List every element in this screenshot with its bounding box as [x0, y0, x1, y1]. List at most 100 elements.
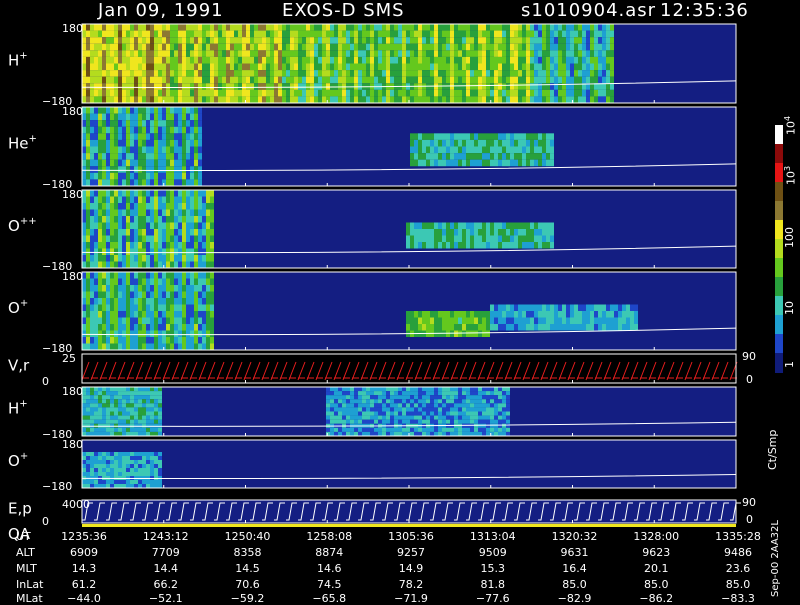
- spectrogram-cell: [138, 139, 142, 147]
- spectrogram-cell: [154, 255, 158, 262]
- spectrogram-cell: [526, 153, 530, 160]
- spectrogram-cell: [430, 89, 434, 97]
- spectrogram-cell: [386, 399, 390, 404]
- spectrogram-cell: [346, 403, 350, 408]
- spectrogram-cell: [510, 83, 514, 90]
- spectrogram-cell: [378, 37, 382, 44]
- spectrogram-cell: [454, 387, 458, 392]
- spectrogram-cell: [206, 242, 210, 249]
- spectrogram-cell: [90, 278, 94, 285]
- side-label: Sep-00 2AA32L: [770, 520, 781, 597]
- spectrogram-cell: [126, 172, 130, 180]
- spectrogram-cell: [458, 399, 462, 404]
- ephemeris-cell: 16.4: [562, 562, 587, 575]
- spectrogram-cell: [118, 337, 122, 344]
- spectrogram-cell: [186, 89, 190, 97]
- spectrogram-cell: [434, 43, 438, 51]
- spectrogram-cell: [166, 291, 170, 298]
- spectrogram-cell: [294, 89, 298, 97]
- spectrogram-cell: [354, 427, 358, 432]
- spectrogram-cell: [110, 242, 114, 249]
- spectrogram-cell: [458, 391, 462, 396]
- spectrogram-cell: [542, 242, 546, 249]
- spectrogram-cell: [506, 304, 510, 311]
- spectrogram-cell: [166, 83, 170, 90]
- spectrogram-cell: [502, 83, 506, 90]
- spectrogram-cell: [454, 89, 458, 97]
- spectrogram-cell: [146, 153, 150, 160]
- spectrogram-cell: [402, 37, 406, 44]
- spectrogram-cell: [154, 480, 158, 484]
- spectrogram-cell: [106, 43, 110, 51]
- spectrogram-cell: [470, 427, 474, 432]
- spectrogram-cell: [134, 216, 138, 223]
- spectrogram-cell: [190, 216, 194, 223]
- spectrogram-cell: [510, 146, 514, 154]
- spectrogram-cell: [102, 229, 106, 236]
- spectrogram-cell: [410, 324, 414, 331]
- spectrogram-cell: [534, 304, 538, 311]
- spectrogram-cell: [126, 37, 130, 44]
- spectrogram-cell: [498, 159, 502, 167]
- spectrogram-cell: [178, 330, 182, 337]
- spectrogram-cell: [358, 37, 362, 44]
- spectrogram-cell: [166, 235, 170, 242]
- spectrogram-cell: [370, 89, 374, 97]
- spectrogram-cell: [270, 37, 274, 44]
- spectrogram-cell: [90, 248, 94, 255]
- spectrogram-cell: [110, 285, 114, 292]
- spectrogram-cell: [122, 30, 126, 38]
- spectrogram-cell: [94, 146, 98, 154]
- spectrogram-cell: [102, 133, 106, 140]
- spectrogram-cell: [398, 76, 402, 84]
- spectrogram-cell: [318, 76, 322, 84]
- spectrogram-cell: [226, 63, 230, 71]
- spectrogram-cell: [374, 70, 378, 77]
- spectrogram-cell: [110, 472, 114, 476]
- spectrogram-cell: [130, 431, 134, 436]
- spectrogram-cell: [406, 387, 410, 392]
- spectrogram-cell: [582, 70, 586, 77]
- spectrogram-cell: [114, 248, 118, 255]
- spectrogram-cell: [114, 107, 118, 114]
- spectrogram-cell: [486, 222, 490, 229]
- spectrogram-cell: [114, 229, 118, 236]
- spectrogram-cell: [198, 24, 202, 31]
- spectrogram-cell: [426, 235, 430, 242]
- spectrogram-cell: [366, 96, 370, 103]
- spectrogram-cell: [162, 107, 166, 114]
- spectrogram-cell: [498, 431, 502, 436]
- spectrogram-cell: [426, 159, 430, 167]
- spectrogram-cell: [534, 56, 538, 64]
- spectrogram-cell: [502, 403, 506, 408]
- spectrogram-cell: [178, 304, 182, 311]
- spectrogram-cell: [82, 126, 86, 134]
- spectrogram-cell: [142, 403, 146, 408]
- spectrogram-cell: [170, 126, 174, 134]
- spectrogram-cell: [278, 70, 282, 77]
- spectrogram-cell: [430, 387, 434, 392]
- spectrogram-cell: [182, 285, 186, 292]
- spectrogram-cell: [558, 50, 562, 57]
- spectrogram-cell: [470, 391, 474, 396]
- spectrogram-cell: [618, 324, 622, 331]
- spectrogram-cell: [482, 415, 486, 420]
- spectrogram-cell: [302, 63, 306, 71]
- spectrogram-cell: [586, 311, 590, 318]
- spectrogram-cell: [574, 70, 578, 77]
- spectrogram-cell: [142, 209, 146, 216]
- spectrogram-cell: [82, 343, 86, 350]
- spectrogram-cell: [502, 229, 506, 236]
- spectrogram-cell: [82, 70, 86, 77]
- spectrogram-cell: [122, 209, 126, 216]
- spectrogram-cell: [238, 37, 242, 44]
- spectrogram-cell: [550, 89, 554, 97]
- spectrogram-cell: [594, 317, 598, 324]
- spectrogram-cell: [154, 278, 158, 285]
- spectrogram-cell: [138, 261, 142, 268]
- spectrogram-cell: [262, 96, 266, 103]
- spectrogram-cell: [126, 56, 130, 64]
- spectrogram-cell: [290, 70, 294, 77]
- spectrogram-cell: [178, 120, 182, 127]
- spectrogram-cell: [110, 113, 114, 121]
